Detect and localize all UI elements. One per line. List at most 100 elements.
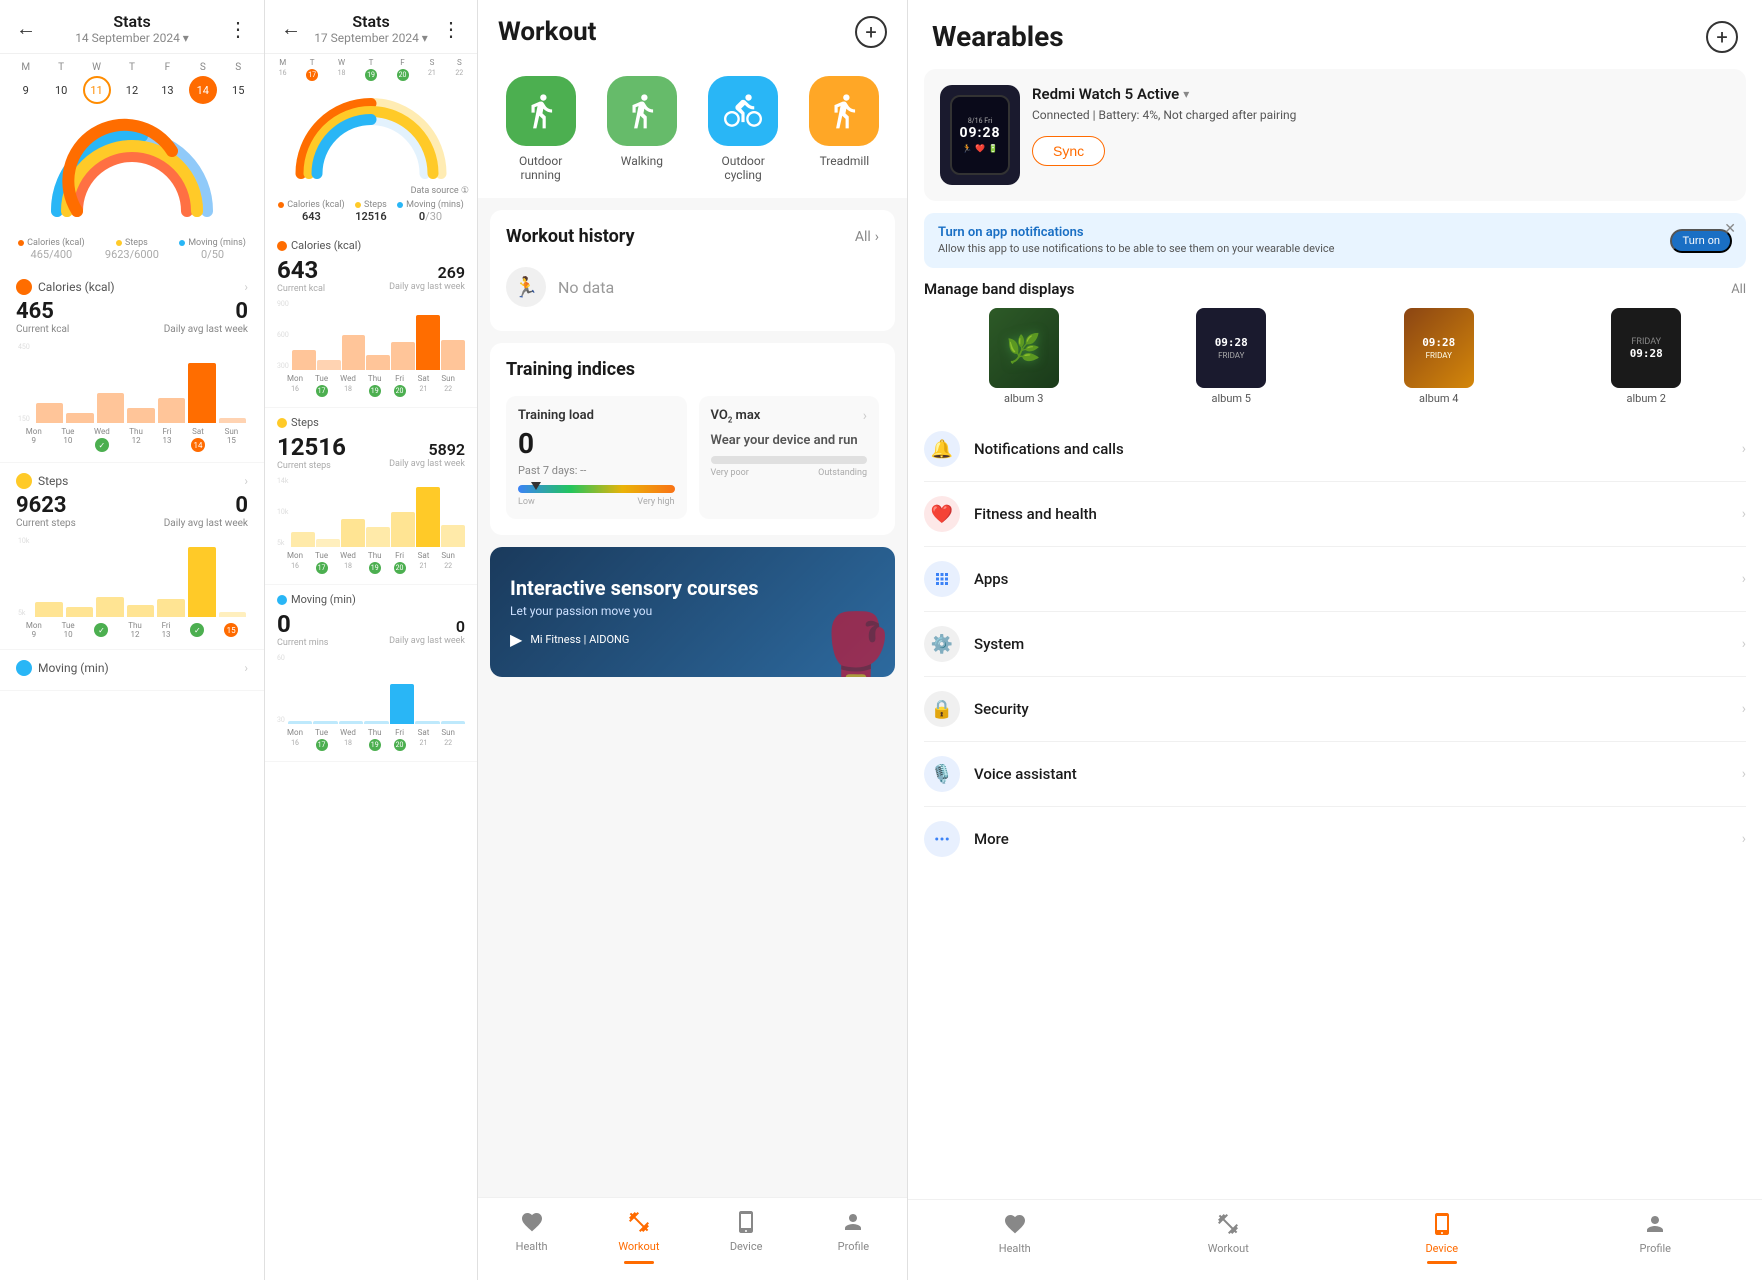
workout-history-all-button[interactable]: All › bbox=[855, 229, 879, 245]
calories-chevron[interactable]: › bbox=[244, 280, 248, 294]
p1-legend-moving: Moving (mins) 0/50 bbox=[179, 238, 246, 261]
wearables-header: Wearables + bbox=[908, 0, 1762, 69]
p1-back-arrow[interactable]: ← bbox=[16, 16, 36, 41]
p3-nav-health[interactable]: Health bbox=[478, 1208, 585, 1264]
menu-item-notifications[interactable]: 🔔 Notifications and calls › bbox=[924, 417, 1746, 482]
watch-time: 09:28 bbox=[959, 125, 1000, 141]
menu-item-voice[interactable]: 🎙️ Voice assistant › bbox=[924, 742, 1746, 807]
p3-nav-device[interactable]: Device bbox=[693, 1208, 800, 1264]
p4-nav-device[interactable]: Device bbox=[1335, 1210, 1549, 1264]
notifications-chevron-icon: › bbox=[1742, 441, 1746, 457]
band-display-album4[interactable]: 09:28 FRIDAY album 4 bbox=[1339, 308, 1539, 405]
band-display-album2[interactable]: FRIDAY 09:28 album 2 bbox=[1547, 308, 1747, 405]
band-display-album5[interactable]: 09:28 FRIDAY album 5 bbox=[1132, 308, 1332, 405]
menu-item-apps[interactable]: Apps › bbox=[924, 547, 1746, 612]
activity-walking[interactable]: Walking bbox=[607, 76, 677, 182]
p1-legend: Calories (kcal) 465/400 Steps 9623/6000 bbox=[0, 234, 264, 269]
device-info: Redmi Watch 5 Active ▾ Connected | Batte… bbox=[1032, 85, 1730, 166]
training-cards: Training load 0 Past 7 days: -- Low Very… bbox=[506, 396, 879, 519]
promo-figure: 🥊 bbox=[813, 610, 895, 677]
p1-moving-title: Moving (min) bbox=[16, 660, 109, 676]
fitness-icon: ❤️ bbox=[924, 496, 960, 532]
health-nav-icon bbox=[518, 1208, 546, 1236]
workout-add-button[interactable]: + bbox=[855, 16, 887, 48]
bar-mon bbox=[36, 403, 63, 423]
p1-day-wed[interactable]: W 11 bbox=[83, 62, 111, 104]
p1-day-mon[interactable]: M 9 bbox=[12, 62, 40, 104]
p1-day-thu[interactable]: T 12 bbox=[118, 62, 146, 104]
p1-arc-chart bbox=[0, 108, 264, 234]
band-display-album3[interactable]: 🌿 album 3 bbox=[924, 308, 1124, 405]
p1-steps-title: Steps bbox=[16, 473, 68, 489]
bar-thu bbox=[127, 408, 154, 423]
promo-brand: ▶ Mi Fitness | AIDONG bbox=[510, 630, 759, 649]
moving-icon bbox=[16, 660, 32, 676]
steps-icon bbox=[16, 473, 32, 489]
p2-more[interactable]: ⋮ bbox=[441, 17, 461, 41]
p1-steps-section: Steps › 9623 Current steps 0 Daily avg l… bbox=[0, 463, 264, 650]
p4-nav-health[interactable]: Health bbox=[908, 1210, 1122, 1264]
p1-day-sun[interactable]: S 15 bbox=[224, 62, 252, 104]
p2-datasource: Data source ① bbox=[265, 186, 477, 196]
workout-activities: Outdoorrunning Walking Outdoorcycling bbox=[478, 60, 907, 198]
p2-calories-metric: Calories (kcal) 643 Current kcal 269 Dai… bbox=[265, 231, 477, 408]
wearables-add-button[interactable]: + bbox=[1706, 21, 1738, 53]
p1-subtitle: 14 September 2024 ▾ bbox=[75, 31, 189, 45]
p1-day-sat[interactable]: S 14 bbox=[189, 62, 217, 104]
band-displays-title: Manage band displays bbox=[924, 280, 1075, 298]
training-indices-title: Training indices bbox=[506, 359, 879, 380]
menu-item-security[interactable]: 🔒 Security › bbox=[924, 677, 1746, 742]
apps-icon bbox=[924, 561, 960, 597]
calories-dot bbox=[18, 240, 24, 246]
p1-moving-header: Moving (min) › bbox=[16, 660, 248, 676]
vo2-max-card: VO2 max › Wear your device and run Very … bbox=[699, 396, 880, 519]
voice-chevron-icon: › bbox=[1742, 766, 1746, 782]
menu-item-more[interactable]: More › bbox=[924, 807, 1746, 871]
p3-nav-workout[interactable]: Workout bbox=[585, 1208, 692, 1264]
workout-history-title: Workout history bbox=[506, 226, 635, 247]
panel3-workout: Workout + Outdoorrunning Walking bbox=[478, 0, 908, 1280]
band-displays-grid: 🌿 album 3 09:28 FRIDAY album 5 09:28 FRI… bbox=[924, 308, 1746, 405]
p1-steps-values: 9623 Current steps 0 Daily avg last week bbox=[16, 493, 248, 529]
p1-steps-header: Steps › bbox=[16, 473, 248, 489]
p2-moving-metric: Moving (min) 0 Current mins 0 Daily avg … bbox=[265, 585, 477, 762]
activity-outdoor-running[interactable]: Outdoorrunning bbox=[506, 76, 576, 182]
menu-item-system[interactable]: ⚙️ System › bbox=[924, 612, 1746, 677]
sync-button[interactable]: Sync bbox=[1032, 136, 1105, 166]
training-load-card: Training load 0 Past 7 days: -- Low Very… bbox=[506, 396, 687, 519]
promo-banner[interactable]: Interactive sensory courses Let your pas… bbox=[490, 547, 895, 677]
menu-item-fitness[interactable]: ❤️ Fitness and health › bbox=[924, 482, 1746, 547]
p1-more[interactable]: ⋮ bbox=[228, 17, 248, 41]
watch-face: 8/16 Fri 09:28 🏃 ❤️ 🔋 bbox=[950, 95, 1010, 175]
notification-close-button[interactable]: ✕ bbox=[1724, 221, 1736, 237]
activity-treadmill[interactable]: Treadmill bbox=[809, 76, 879, 182]
p4-device-icon bbox=[1428, 1210, 1456, 1238]
bar-fri bbox=[158, 398, 185, 423]
notification-title: Turn on app notifications bbox=[938, 225, 1660, 240]
bar-wed bbox=[97, 393, 124, 423]
activity-outdoor-cycling[interactable]: Outdoorcycling bbox=[708, 76, 778, 182]
steps-avg: 0 bbox=[164, 493, 248, 518]
panel4-wearables: Wearables + 8/16 Fri 09:28 🏃 ❤️ 🔋 Redmi … bbox=[908, 0, 1762, 1280]
moving-chevron[interactable]: › bbox=[244, 661, 248, 675]
p4-nav-profile[interactable]: Profile bbox=[1549, 1210, 1762, 1264]
p3-nav-profile[interactable]: Profile bbox=[800, 1208, 907, 1264]
steps-value: 9623 bbox=[16, 493, 76, 518]
workout-title: Workout bbox=[498, 17, 596, 47]
calories-value: 465 bbox=[16, 299, 69, 324]
p2-legend: Calories (kcal) 643 Steps 12516 Moving (… bbox=[265, 196, 477, 231]
notification-description: Allow this app to use notifications to b… bbox=[938, 242, 1660, 256]
bar-tue bbox=[66, 413, 93, 423]
p4-nav-workout[interactable]: Workout bbox=[1122, 1210, 1336, 1264]
p2-steps-metric: Steps 12516 Current steps 5892 Daily avg… bbox=[265, 408, 477, 585]
more-chevron-icon: › bbox=[1742, 831, 1746, 847]
p1-day-tue[interactable]: T 10 bbox=[47, 62, 75, 104]
no-data-icon: 🏃 bbox=[506, 267, 546, 307]
p1-day-fri[interactable]: F 13 bbox=[153, 62, 181, 104]
steps-chevron[interactable]: › bbox=[244, 474, 248, 488]
steps-label: Current steps bbox=[16, 518, 76, 529]
band-displays-all[interactable]: All bbox=[1731, 282, 1746, 297]
p1-legend-calories: Calories (kcal) 465/400 bbox=[18, 238, 84, 261]
notification-turn-on-button[interactable]: Turn on bbox=[1670, 229, 1732, 253]
p2-back-arrow[interactable]: ← bbox=[281, 16, 301, 41]
